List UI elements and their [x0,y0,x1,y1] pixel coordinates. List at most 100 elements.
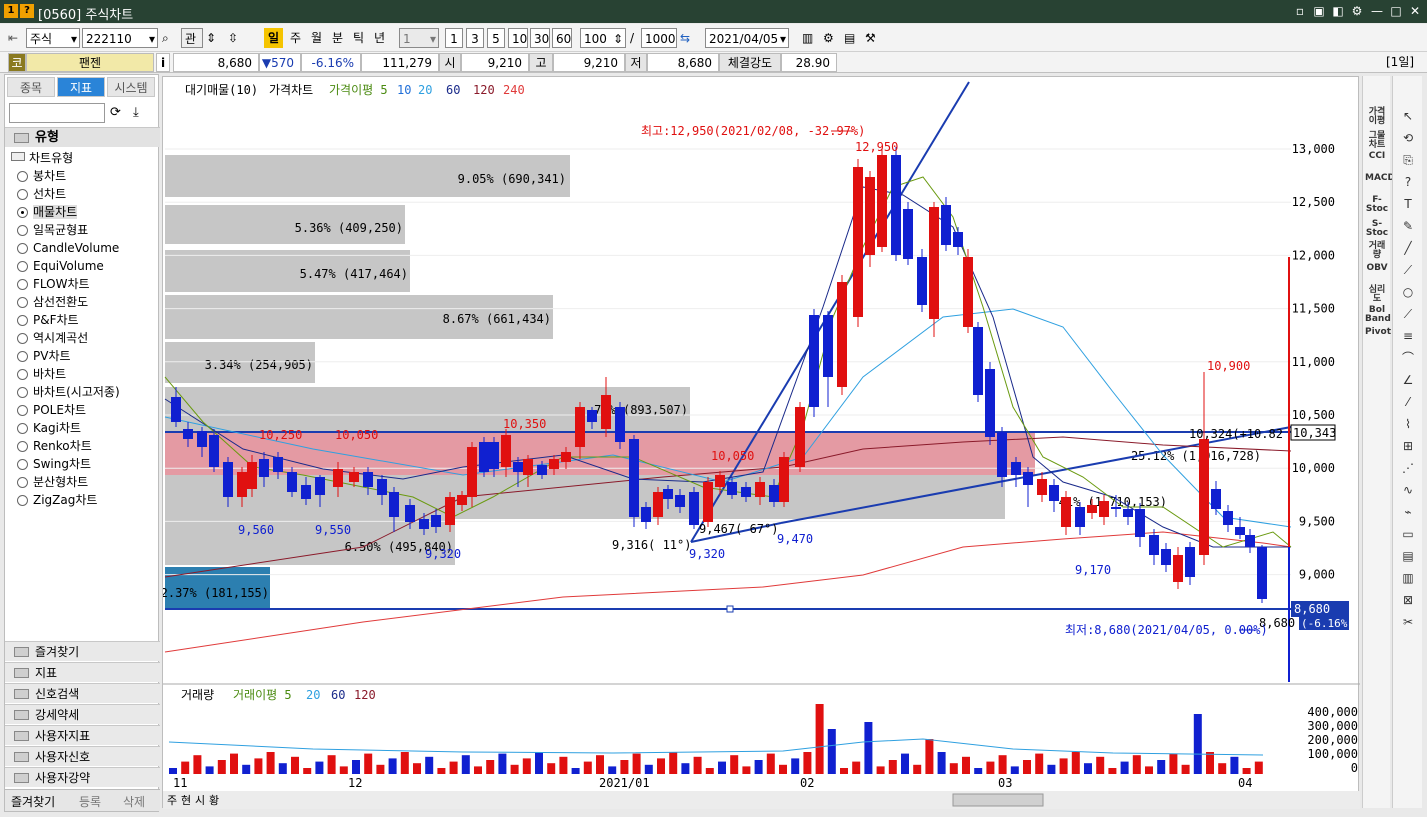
radio-icon[interactable] [17,459,28,470]
close-icon[interactable]: ✕ [1407,3,1423,19]
delete-button[interactable]: 삭제 [123,793,145,810]
grid-icon[interactable]: ⊞ [1399,438,1417,454]
chart-type-item[interactable]: Swing차트 [17,455,91,473]
indicator-shortcut[interactable]: 그물차트 [1365,132,1389,150]
indicator-shortcut[interactable]: Pivot [1365,328,1391,337]
cycle-icon[interactable]: ∿ [1399,482,1417,498]
chart-type-item[interactable]: PV차트 [17,347,71,365]
period-month[interactable]: 월 [307,28,326,48]
chart-panel[interactable]: 9.05% (690,341) 5.36% (409,250) 5.47% (417… [162,76,1360,809]
gwan-button[interactable]: 관 [181,28,203,48]
channel-icon[interactable]: ⋰ [1399,460,1417,476]
group-chart-type[interactable]: 차트유형 [11,149,73,166]
price-chart[interactable]: 9.05% (690,341) 5.36% (409,250) 5.47% (417… [163,77,1360,809]
rect-icon[interactable]: ▭ [1399,526,1417,542]
period-year[interactable]: 년 [370,28,389,48]
line-icon[interactable]: ╱ [1399,240,1417,256]
first-icon[interactable]: ⇤ [8,28,24,48]
sidebar-menu-item[interactable]: 강세약세 [5,704,160,724]
radio-icon[interactable] [17,441,28,452]
hline-icon[interactable]: ≡ [1399,328,1417,344]
radio-icon[interactable] [17,333,28,344]
radio-icon[interactable] [17,261,28,272]
chart-type-item[interactable]: POLE차트 [17,401,86,419]
chart-type-item[interactable]: P&F차트 [17,311,79,329]
chart-type-item[interactable]: Kagi차트 [17,419,81,437]
indicator-shortcut[interactable]: MACD [1365,174,1395,183]
chart-type-item[interactable]: 봉차트 [17,167,66,185]
window-icon-3[interactable]: ◧ [1330,3,1346,19]
period-week[interactable]: 주 [286,28,305,48]
save-icon[interactable]: ▤ [844,28,862,48]
chart-type-item[interactable]: 매물차트 [17,203,78,221]
chart-type-item[interactable]: 바차트(시고저종) [17,383,120,401]
radio-icon[interactable] [17,405,28,416]
register-button[interactable]: 등록 [79,793,101,810]
display-count-input[interactable]: 100 ⇕ [580,28,626,48]
chart-icon[interactable]: ▥ [802,28,820,48]
sidebar-menu-item[interactable]: 사용자지표 [5,725,160,745]
chart-type-item[interactable]: ZigZag차트 [17,491,97,509]
period-tick[interactable]: 틱 [349,28,368,48]
radio-icon[interactable] [17,225,28,236]
radio-icon[interactable] [17,369,28,380]
period-day[interactable]: 일 [264,28,283,48]
indicator-shortcut[interactable]: CCI [1365,152,1389,161]
quick-10[interactable]: 10 [508,28,528,48]
total-count-input[interactable]: 1000 [641,28,677,48]
chart-type-item[interactable]: 분산형차트 [17,473,88,491]
window-icon-2[interactable]: ▣ [1311,3,1327,19]
radio-icon[interactable] [17,387,28,398]
chart-type-item[interactable]: FLOW차트 [17,275,90,293]
chart-type-item[interactable]: Renko차트 [17,437,92,455]
date-select[interactable]: 2021/04/05 ▾ [705,28,789,48]
app-badge-1[interactable]: 1 [4,4,18,18]
code-input[interactable]: 222110 ▾ [82,28,158,48]
radio-icon[interactable] [17,477,28,488]
trend-icon[interactable]: ⟋ [1399,262,1417,278]
pointer-icon[interactable]: ↖ [1399,108,1417,124]
download-icon[interactable]: ⤓ [133,105,139,120]
settings-icon[interactable]: ⚙ [823,28,841,48]
chart-type-item[interactable]: 바차트 [17,365,66,383]
chart-type-item[interactable]: 역시계곡선 [17,329,88,347]
updown-icon[interactable]: ⇳ [228,28,250,48]
quick-5[interactable]: 5 [487,28,505,48]
undo-icon[interactable]: ⟲ [1399,130,1417,146]
radio-icon[interactable] [17,351,28,362]
pen-icon[interactable]: ✎ [1399,218,1417,234]
arc-icon[interactable]: ⌒ [1399,350,1417,366]
radio-icon[interactable] [17,495,28,506]
bar-icon[interactable]: ▥ [1399,570,1417,586]
help-badge[interactable]: ? [20,4,34,18]
quick-3[interactable]: 3 [466,28,484,48]
scroll-icon[interactable]: ⇕ [206,28,224,48]
indicator-shortcut[interactable]: Bol Band [1365,306,1391,324]
radio-icon[interactable] [17,207,28,218]
sidebar-menu-item[interactable]: 사용자강약 [5,767,160,787]
fib-icon[interactable]: ⁄ [1399,394,1417,410]
tab-indicator[interactable]: 지표 [57,77,105,97]
radio-icon[interactable] [17,171,28,182]
radio-icon[interactable] [17,243,28,254]
text-icon[interactable]: T [1399,196,1417,212]
chart-type-item[interactable]: EquiVolume [17,257,104,275]
maximize-icon[interactable]: □ [1388,3,1404,19]
ray-icon[interactable]: ⟋ [1399,306,1417,322]
radio-icon[interactable] [17,423,28,434]
indicator-shortcut[interactable]: OBV [1365,264,1389,273]
quick-1[interactable]: 1 [445,28,463,48]
tab-system[interactable]: 시스템 [107,77,155,97]
quick-30[interactable]: 30 [530,28,550,48]
info-button[interactable]: i [156,53,170,72]
tab-favorites[interactable]: 즐겨찾기 [11,793,55,810]
refresh-icon[interactable]: ⇆ [680,28,696,48]
radio-icon[interactable] [17,279,28,290]
sidebar-menu-item[interactable]: 지표 [5,662,160,682]
sidebar-menu-item[interactable]: 즐겨찾기 [5,641,160,661]
minimize-icon[interactable]: — [1369,3,1385,19]
chart-type-item[interactable]: 삼선전환도 [17,293,88,311]
help-icon[interactable]: ? [1399,174,1417,190]
gann-icon[interactable]: ⌁ [1399,504,1417,520]
wrench-icon[interactable]: ✂ [1399,614,1417,630]
